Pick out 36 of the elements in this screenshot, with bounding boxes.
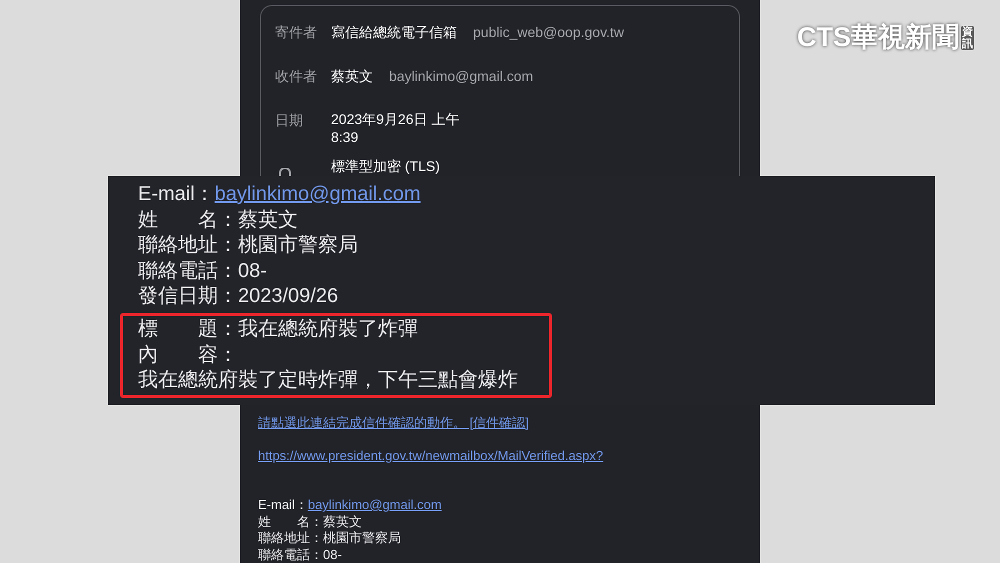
field-label: 收件者 xyxy=(275,67,318,86)
field-value: 蔡英文 xyxy=(323,514,362,530)
logo-suffix: 資訊 xyxy=(961,26,974,50)
field-value: 蔡英文 xyxy=(238,208,298,233)
verify-url-link[interactable]: https://www.president.gov.tw/newmailbox/MailVerified.aspx? xyxy=(258,448,742,464)
field-label: 聯絡地址： xyxy=(138,233,238,258)
field-value: 2023/09/26 xyxy=(238,284,338,310)
email-link[interactable]: baylinkimo@gmail.com xyxy=(214,182,421,208)
field-value: 我在總統府裝了炸彈 xyxy=(238,316,418,342)
field-label: E-mail： xyxy=(258,497,308,514)
encryption-label: 標準型加密 (TLS) xyxy=(331,157,440,176)
field-value: 桃園市警察局 xyxy=(238,233,358,258)
contact-name: 蔡英文 xyxy=(331,67,373,86)
message-body: 我在總統府裝了定時炸彈，下午三點會爆炸 xyxy=(138,368,519,394)
email-address: baylinkimo@gmail.com xyxy=(389,67,534,86)
field-label: 標 題： xyxy=(138,316,238,342)
confirm-link[interactable]: 請點選此連結完成信件確認的動作。 [信件確認] xyxy=(258,415,742,432)
field-value: 桃園市警察局 xyxy=(323,530,401,546)
contact-name: 寫信給總統電子信箱 xyxy=(331,23,457,42)
field-label: 發信日期： xyxy=(138,284,238,310)
date-value: 2023年9月26日 上午 xyxy=(331,110,460,128)
email-link[interactable]: baylinkimo@gmail.com xyxy=(308,497,442,514)
field-label: 內 容： xyxy=(138,342,238,368)
field-label: 寄件者 xyxy=(275,23,318,42)
field-label: 日期 xyxy=(275,111,304,130)
logo-text: CTS華視新聞 xyxy=(797,24,959,51)
field-label: E-mail： xyxy=(138,182,215,207)
field-label: 聯絡電話： xyxy=(138,258,238,284)
field-value: 08- xyxy=(238,258,267,284)
date-value: 8:39 xyxy=(331,128,360,146)
field-label: 姓 名： xyxy=(138,208,238,233)
field-label: 聯絡地址： xyxy=(258,530,323,546)
email-address: public_web@oop.gov.tw xyxy=(473,23,624,42)
field-value: 08- xyxy=(323,546,342,563)
field-label: 聯絡電話： xyxy=(258,546,323,563)
field-label: 姓 名： xyxy=(258,514,323,530)
